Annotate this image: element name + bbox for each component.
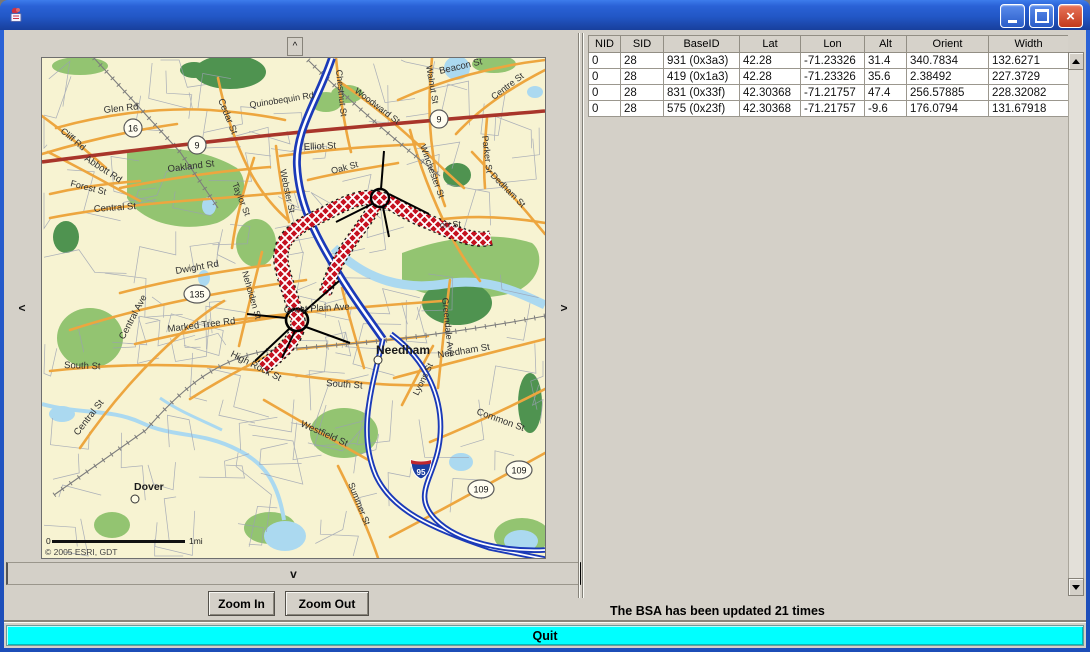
zoom-in-button[interactable]: Zoom In — [208, 591, 275, 616]
table-cell: -9.6 — [865, 101, 907, 117]
table-row[interactable]: 028931 (0x3a3)42.28-71.2332631.4340.7834… — [589, 53, 1069, 69]
map-street-label: on St — [440, 219, 462, 230]
table-cell: 132.6271 — [989, 53, 1069, 69]
table-panel: NIDSIDBaseIDLatLonAltOrientWidth 028931 … — [582, 33, 1085, 598]
map-scroll-left-arrow[interactable]: < — [12, 301, 32, 315]
table-cell: 2.38492 — [907, 69, 989, 85]
scale-zero-label: 0 — [46, 536, 51, 546]
table-row[interactable]: 028831 (0x33f)42.30368-71.2175747.4256.5… — [589, 85, 1069, 101]
map-street-label: Elliot St — [304, 140, 337, 153]
app-window: × ^ < > v — [0, 0, 1090, 652]
map-scroll-down-button[interactable]: v — [6, 562, 581, 585]
minimize-icon — [1008, 20, 1017, 23]
route-shield-number: 109 — [511, 466, 526, 476]
close-button[interactable]: × — [1058, 4, 1083, 28]
table-cell: -71.23326 — [801, 53, 865, 69]
bsa-table: NIDSIDBaseIDLatLonAltOrientWidth 028931 … — [588, 35, 1069, 117]
quit-button[interactable]: Quit — [6, 625, 1084, 646]
route-shield-number: 16 — [128, 124, 138, 134]
table-cell: 0 — [589, 101, 621, 117]
table-scrollbar-track[interactable] — [1068, 70, 1084, 578]
svg-text:95: 95 — [417, 468, 426, 477]
table-header-width[interactable]: Width — [989, 36, 1069, 53]
table-cell: 42.30368 — [740, 85, 801, 101]
table-cell: 42.28 — [740, 69, 801, 85]
map-town-label: Needham — [376, 343, 430, 357]
triangle-down-icon — [1072, 585, 1080, 590]
table-cell: 28 — [621, 53, 664, 69]
zoom-out-button[interactable]: Zoom Out — [285, 591, 369, 616]
table-row[interactable]: 028419 (0x1a3)42.28-71.2332635.62.384922… — [589, 69, 1069, 85]
map-scroll-right-arrow[interactable]: > — [554, 301, 574, 315]
route-shield-number: 9 — [436, 115, 441, 125]
table-cell: 0 — [589, 69, 621, 85]
table-header-lon[interactable]: Lon — [801, 36, 865, 53]
map-scroll-up-button[interactable]: ^ — [287, 37, 303, 56]
table-cell: 0 — [589, 85, 621, 101]
panel-divider — [578, 33, 579, 598]
table-cell: 28 — [621, 69, 664, 85]
table-header-alt[interactable]: Alt — [865, 36, 907, 53]
status-text: The BSA has been updated 21 times — [610, 604, 825, 618]
table-cell: 47.4 — [865, 85, 907, 101]
table-scroll-up-button[interactable] — [1068, 52, 1084, 70]
table-cell: 0 — [589, 53, 621, 69]
table-cell: 31.4 — [865, 53, 907, 69]
table-cell: -71.21757 — [801, 85, 865, 101]
maximize-icon — [1035, 9, 1049, 23]
town-marker-icon — [131, 495, 139, 503]
table-cell: -71.23326 — [801, 69, 865, 85]
bottom-divider — [4, 620, 1086, 622]
table-cell: 575 (0x23f) — [664, 101, 740, 117]
table-cell: 340.7834 — [907, 53, 989, 69]
table-row[interactable]: 028575 (0x23f)42.30368-71.21757-9.6176.0… — [589, 101, 1069, 117]
scrollbar-corner — [1068, 35, 1084, 52]
scale-mile-label: 1mi — [189, 536, 203, 546]
table-cell: 176.0794 — [907, 101, 989, 117]
table-cell: 228.32082 — [989, 85, 1069, 101]
table-scrollbar — [1068, 35, 1084, 596]
table-cell: 831 (0x33f) — [664, 85, 740, 101]
table-header-orient[interactable]: Orient — [907, 36, 989, 53]
table-cell: 35.6 — [865, 69, 907, 85]
minimize-button[interactable] — [1000, 4, 1025, 28]
table-scroll-down-button[interactable] — [1068, 578, 1084, 596]
maximize-button[interactable] — [1029, 4, 1054, 28]
table-cell: 28 — [621, 85, 664, 101]
table-cell: 931 (0x3a3) — [664, 53, 740, 69]
table-header-lat[interactable]: Lat — [740, 36, 801, 53]
map-town-label: Dover — [134, 481, 164, 493]
table-cell: 28 — [621, 101, 664, 117]
table-cell: 419 (0x1a3) — [664, 69, 740, 85]
table-cell: 256.57885 — [907, 85, 989, 101]
app-icon — [7, 6, 25, 24]
table-cell: -71.21757 — [801, 101, 865, 117]
route-shield-number: 109 — [473, 485, 488, 495]
table-cell: 227.3729 — [989, 69, 1069, 85]
table-cell: 42.30368 — [740, 101, 801, 117]
table-header-row: NIDSIDBaseIDLatLonAltOrientWidth — [589, 36, 1069, 53]
table-header-baseid[interactable]: BaseID — [664, 36, 740, 53]
table-cell: 131.67918 — [989, 101, 1069, 117]
map-canvas[interactable]: NeedhamDover Beacon StGlen RdQuinobequin… — [41, 57, 546, 559]
map-copyright: © 2005 ESRI, GDT — [45, 547, 117, 557]
table-cell: 42.28 — [740, 53, 801, 69]
route-shield-number: 135 — [189, 290, 204, 300]
close-icon: × — [1066, 9, 1075, 24]
table-header-nid[interactable]: NID — [589, 36, 621, 53]
triangle-up-icon — [1072, 59, 1080, 64]
table-header-sid[interactable]: SID — [621, 36, 664, 53]
route-shield-number: 9 — [194, 141, 199, 151]
town-marker-icon — [374, 356, 382, 364]
map-street-label: South St — [64, 360, 101, 372]
title-bar[interactable]: × — [0, 0, 1090, 30]
